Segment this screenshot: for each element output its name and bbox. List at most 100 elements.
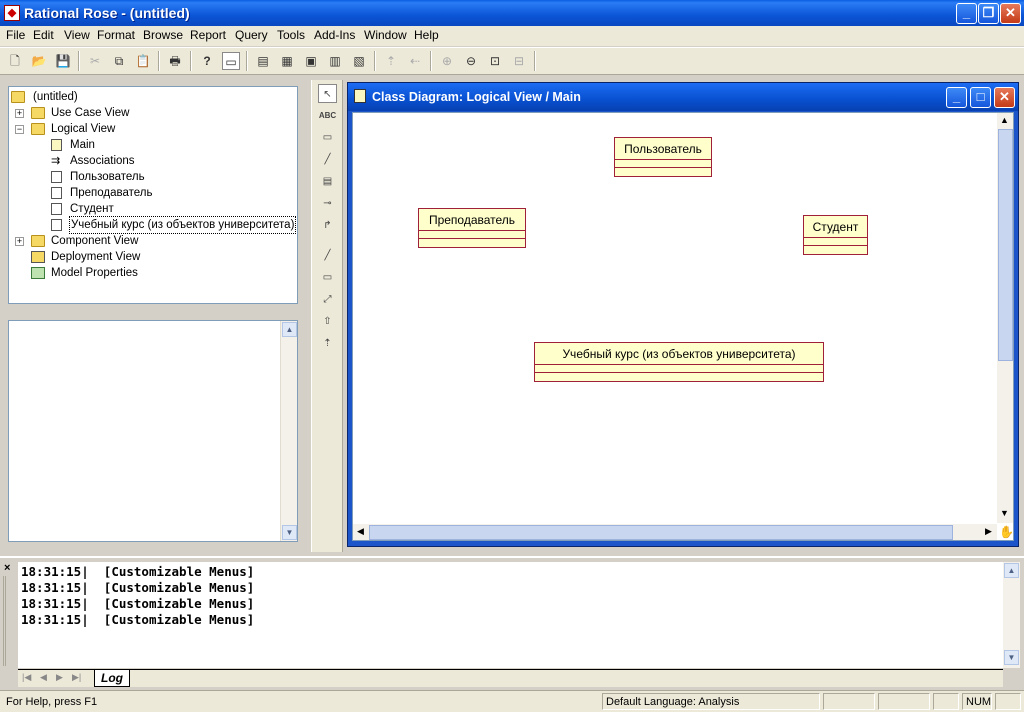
class-box-polzovatel[interactable]: Пользователь xyxy=(614,137,712,177)
tree-item-model-properties[interactable]: Model Properties xyxy=(11,265,291,281)
diagram-minimize-button[interactable]: _ xyxy=(946,87,967,108)
log-grip[interactable] xyxy=(3,576,13,666)
menu-browse[interactable]: Browse xyxy=(143,28,183,42)
cut-icon[interactable]: ✂ xyxy=(86,52,104,70)
association-class-tool-icon[interactable]: ╱ xyxy=(318,246,337,265)
scroll-up-icon[interactable]: ▲ xyxy=(282,322,297,337)
diagram-vertical-scrollbar[interactable]: ▲ ▼ xyxy=(997,113,1013,523)
menu-view[interactable]: View xyxy=(64,28,90,42)
log-vertical-scrollbar[interactable]: ▲ ▼ xyxy=(1003,562,1020,668)
minimize-button[interactable]: _ xyxy=(956,3,977,24)
tree-item-class[interactable]: Студент xyxy=(11,201,291,217)
class-box-student[interactable]: Студент xyxy=(803,215,868,255)
tree-item-use-case-view[interactable]: + Use Case View xyxy=(11,105,291,121)
tree-item-class[interactable]: Пользователь xyxy=(11,169,291,185)
horizontal-scroll-thumb[interactable] xyxy=(369,525,953,540)
rational-rose-app-icon[interactable]: ◆ xyxy=(4,5,20,21)
zoom-out-icon[interactable]: ⊖ xyxy=(462,52,480,70)
text-tool[interactable]: ABC xyxy=(318,106,337,125)
anchor-note-tool-icon[interactable]: ╱ xyxy=(318,150,337,169)
tree-item-main[interactable]: Main xyxy=(11,137,291,153)
undo-fit-icon[interactable]: ⊟ xyxy=(510,52,528,70)
menu-file[interactable]: File xyxy=(6,28,25,42)
diagram-close-button[interactable]: ✕ xyxy=(994,87,1015,108)
scroll-down-icon[interactable]: ▼ xyxy=(282,525,297,540)
scroll-down-icon[interactable]: ▼ xyxy=(1000,508,1009,518)
tab-prev-icon[interactable]: ◀ xyxy=(40,672,47,683)
menu-add-ins[interactable]: Add-Ins xyxy=(314,28,355,42)
menu-report[interactable]: Report xyxy=(190,28,226,42)
restore-button[interactable]: ❐ xyxy=(978,3,999,24)
generalization-tool-icon[interactable]: ⇧ xyxy=(318,312,337,331)
vertical-scroll-thumb[interactable] xyxy=(998,129,1013,361)
fit-in-window-icon[interactable]: ⊡ xyxy=(486,52,504,70)
note-tool-icon[interactable]: ▭ xyxy=(318,128,337,147)
tree-item-deployment-view[interactable]: Deployment View xyxy=(11,249,291,265)
browse-previous-icon[interactable]: ⇠ xyxy=(406,52,424,70)
interface-tool-icon[interactable]: ⊸ xyxy=(318,194,337,213)
tab-next-icon[interactable]: ▶ xyxy=(56,672,63,683)
close-button[interactable]: ✕ xyxy=(1000,3,1021,24)
copy-icon[interactable]: ⧉ xyxy=(110,52,128,70)
tree-item-logical-view[interactable]: − Logical View xyxy=(11,121,291,137)
diagram-canvas[interactable]: Пользователь Преподаватель Студент Учебн… xyxy=(352,112,1014,541)
expand-icon[interactable]: + xyxy=(15,109,24,118)
zoom-in-icon[interactable]: ⊕ xyxy=(438,52,456,70)
menu-format[interactable]: Format xyxy=(97,28,135,42)
context-help-icon[interactable]: ? xyxy=(198,52,216,70)
save-icon[interactable]: 💾 xyxy=(54,52,72,70)
unidirectional-association-tool-icon[interactable]: ↱ xyxy=(318,216,337,235)
menu-query[interactable]: Query xyxy=(235,28,268,42)
browse-class-diagram-icon[interactable]: ▤ xyxy=(254,52,272,70)
browse-parent-icon[interactable]: ⇡ xyxy=(382,52,400,70)
collapse-icon[interactable]: − xyxy=(15,125,24,134)
documentation-window[interactable]: ▲ ▼ xyxy=(8,320,298,542)
tab-last-icon[interactable]: ▶| xyxy=(72,672,81,683)
tree-item-class[interactable]: Преподаватель xyxy=(11,185,291,201)
scroll-up-icon[interactable]: ▲ xyxy=(1000,115,1009,125)
tab-log[interactable]: Log xyxy=(94,670,130,687)
paste-icon[interactable]: 📋 xyxy=(134,52,152,70)
doc-scrollbar[interactable]: ▲ ▼ xyxy=(280,321,297,541)
print-icon[interactable]: 🖶 xyxy=(166,52,184,70)
class-box-prepodavatel[interactable]: Преподаватель xyxy=(418,208,526,248)
open-icon[interactable]: 📂 xyxy=(30,52,48,70)
log-close-icon[interactable]: × xyxy=(4,562,10,574)
browse-deployment-diagram-icon[interactable]: ▧ xyxy=(350,52,368,70)
view-documentation-icon[interactable]: ▭ xyxy=(222,52,240,70)
class-name: Студент xyxy=(804,216,867,238)
new-icon[interactable]: 🗋 xyxy=(6,52,24,70)
diagram-maximize-button[interactable]: □ xyxy=(970,87,991,108)
menu-help[interactable]: Help xyxy=(414,28,439,42)
diagram-title-bar[interactable]: Class Diagram: Logical View / Main _ □ ✕ xyxy=(348,83,1018,111)
tree-item-associations[interactable]: ⇉ Associations xyxy=(11,153,291,169)
scroll-up-icon[interactable]: ▲ xyxy=(1004,563,1019,578)
tree-item-label: Logical View xyxy=(51,123,116,135)
class-tool-icon[interactable]: ▤ xyxy=(318,172,337,191)
package-tool-icon[interactable]: ▭ xyxy=(318,268,337,287)
menu-window[interactable]: Window xyxy=(364,28,407,42)
browse-interaction-diagram-icon[interactable]: ▦ xyxy=(278,52,296,70)
class-diagram-window[interactable]: Class Diagram: Logical View / Main _ □ ✕… xyxy=(347,82,1019,547)
tab-first-icon[interactable]: |◀ xyxy=(22,672,31,683)
browse-component-diagram-icon[interactable]: ▣ xyxy=(302,52,320,70)
selection-tool-icon[interactable]: ↖ xyxy=(318,84,337,103)
menu-tools[interactable]: Tools xyxy=(277,28,305,42)
tree-item-component-view[interactable]: + Component View xyxy=(11,233,291,249)
scroll-left-icon[interactable]: ◀ xyxy=(357,526,364,537)
scroll-down-icon[interactable]: ▼ xyxy=(1004,650,1019,665)
browse-state-diagram-icon[interactable]: ▥ xyxy=(326,52,344,70)
diagram-horizontal-scrollbar[interactable]: ◀ ▶ xyxy=(353,524,997,540)
log-window[interactable]: × 18:31:15| [Customizable Menus] 18:31:1… xyxy=(0,556,1024,687)
model-browser[interactable]: (untitled) + Use Case View − Logical Vie… xyxy=(8,86,298,304)
expand-icon[interactable]: + xyxy=(15,237,24,246)
menu-edit[interactable]: Edit xyxy=(33,28,54,42)
scroll-right-icon[interactable]: ▶ xyxy=(985,526,992,537)
tree-item-class[interactable]: Учебный курс (из объектов университета) xyxy=(11,216,297,234)
log-text-area[interactable]: 18:31:15| [Customizable Menus] 18:31:15|… xyxy=(18,562,1003,668)
pan-hand-icon[interactable]: ✋ xyxy=(999,525,1013,540)
realize-tool-icon[interactable]: ⇡ xyxy=(318,334,337,353)
title-bar[interactable]: ◆ Rational Rose - (untitled) _ ❐ ✕ xyxy=(0,0,1024,26)
dependency-tool-icon[interactable]: ⤢ xyxy=(318,290,337,309)
class-box-uchebny-kurs[interactable]: Учебный курс (из объектов университета) xyxy=(534,342,824,382)
